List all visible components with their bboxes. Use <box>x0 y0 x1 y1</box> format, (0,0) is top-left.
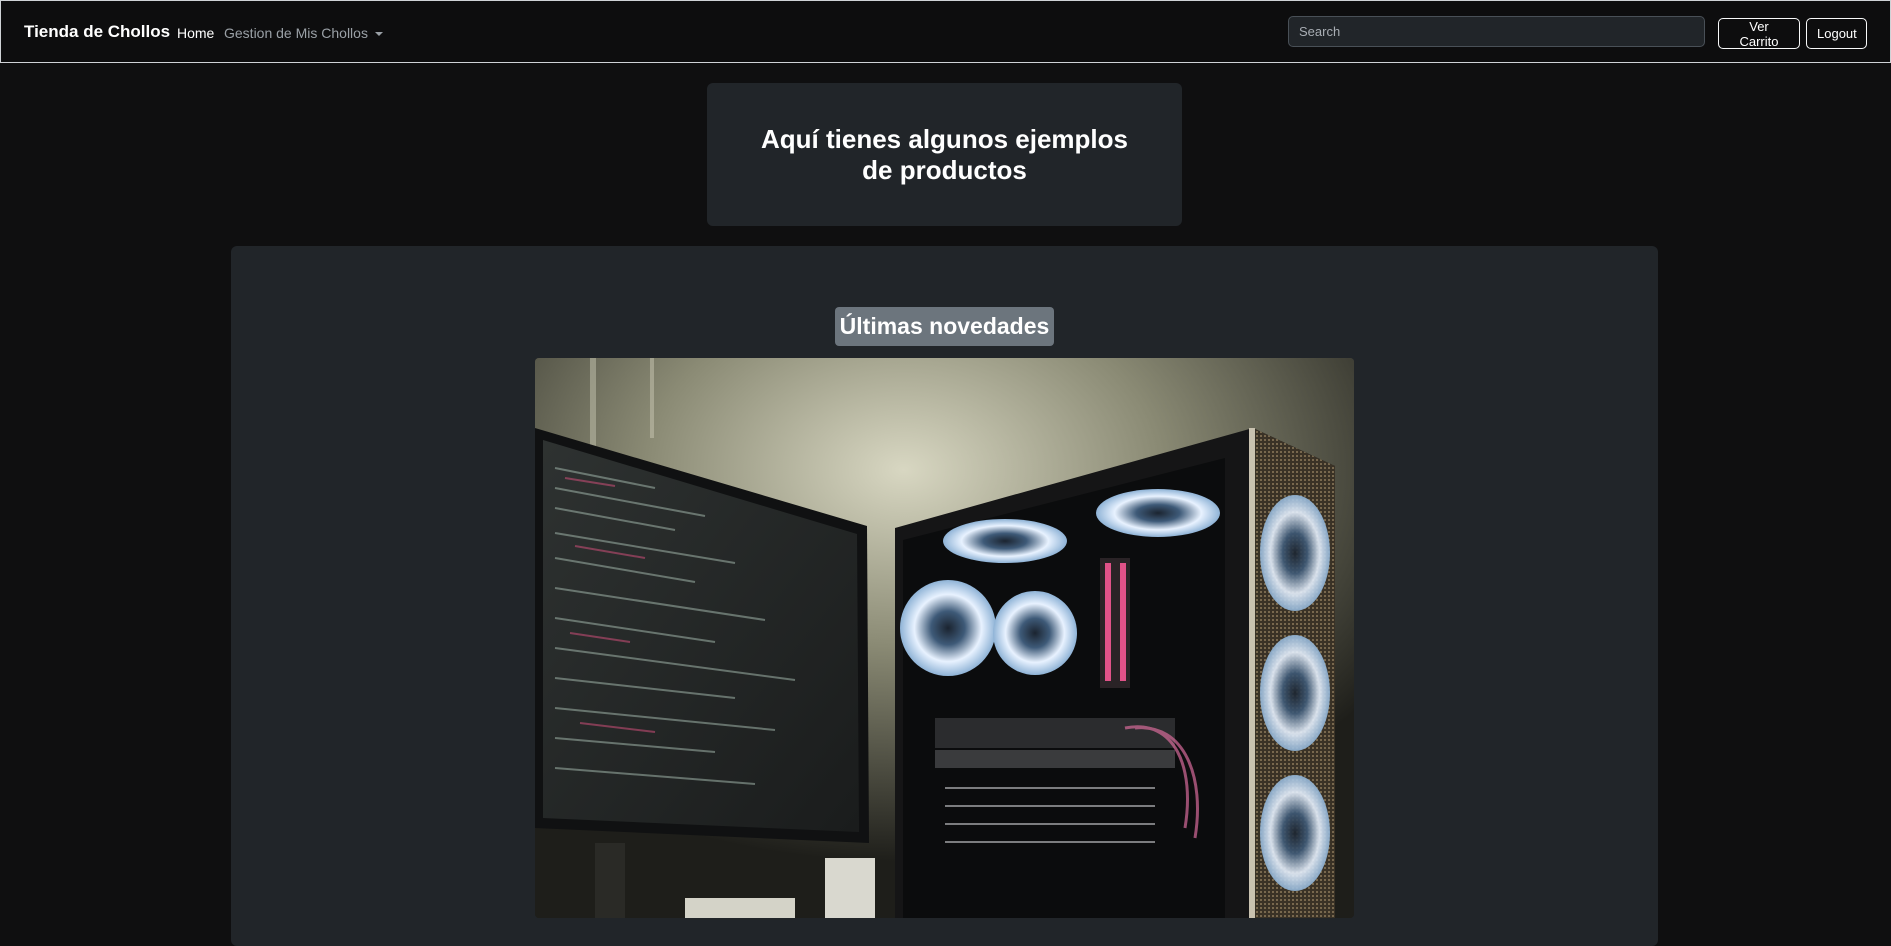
logout-button[interactable]: Logout <box>1806 18 1867 49</box>
search-input[interactable] <box>1288 16 1705 47</box>
ver-carrito-button[interactable]: Ver Carrito <box>1718 18 1800 49</box>
nav-dropdown-label: Gestion de Mis Chollos <box>224 25 368 41</box>
hero-title: Aquí tienes algunos ejemplos de producto… <box>761 123 1128 185</box>
nav-dropdown-gestion[interactable]: Gestion de Mis Chollos <box>224 25 383 41</box>
gaming-pc-illustration <box>535 358 1354 918</box>
section-title-badge: Últimas novedades <box>835 307 1054 346</box>
nav-link-home[interactable]: Home <box>177 25 214 41</box>
hero-banner: Aquí tienes algunos ejemplos de producto… <box>707 83 1182 226</box>
product-image[interactable] <box>535 358 1354 918</box>
navbar: Tienda de Chollos Home Gestion de Mis Ch… <box>0 0 1891 63</box>
brand-logo-text[interactable]: Tienda de Chollos <box>24 22 170 42</box>
caret-down-icon <box>374 31 383 36</box>
